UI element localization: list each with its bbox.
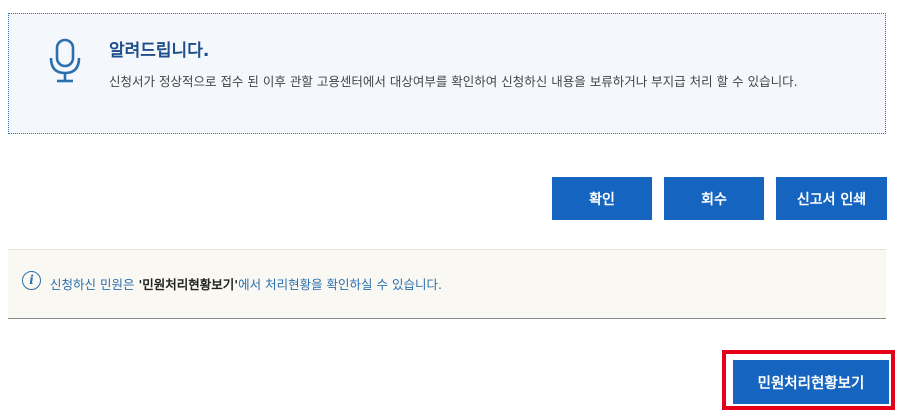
info-text-emphasis: '민원처리현황보기': [138, 277, 239, 292]
view-status-button[interactable]: 민원처리현황보기: [733, 360, 889, 404]
confirm-button[interactable]: 확인: [552, 177, 652, 220]
notice-box: 알려드립니다. 신청서가 정상적으로 접수 된 이후 관할 고용센터에서 대상여…: [8, 13, 886, 134]
info-icon: i: [22, 271, 41, 290]
info-box: i 신청하신 민원은 '민원처리현황보기'에서 처리현황을 확인하실 수 있습니…: [8, 249, 886, 319]
microphone-icon: [49, 38, 81, 83]
info-text: 신청하신 민원은 '민원처리현황보기'에서 처리현황을 확인하실 수 있습니다.: [50, 274, 442, 293]
notice-title: 알려드립니다.: [109, 41, 210, 61]
notice-body: 신청서가 정상적으로 접수 된 이후 관할 고용센터에서 대상여부를 확인하여 …: [109, 74, 798, 89]
print-form-button[interactable]: 신고서 인쇄: [776, 177, 887, 220]
withdraw-button[interactable]: 회수: [664, 177, 764, 220]
info-text-before: 신청하신 민원은: [50, 277, 139, 292]
info-text-after: 에서 처리현황을 확인하실 수 있습니다.: [238, 277, 442, 292]
